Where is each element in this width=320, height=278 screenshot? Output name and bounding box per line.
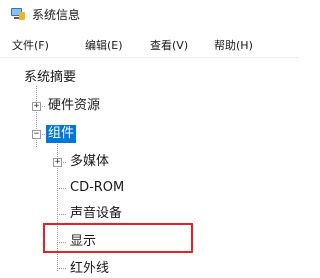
tree-item-cd-rom[interactable]: CD-ROM: [70, 179, 124, 197]
menu-edit[interactable]: 编辑(E): [85, 38, 123, 54]
expand-icon[interactable]: +: [32, 102, 41, 111]
tree-connector: [57, 268, 66, 269]
menu-help[interactable]: 帮助(H): [214, 38, 253, 54]
collapse-icon[interactable]: −: [32, 130, 41, 139]
tree-item-infrared[interactable]: 红外线: [70, 260, 109, 278]
system-info-icon: [11, 8, 25, 20]
tree-connector: [57, 188, 66, 189]
menu-view[interactable]: 查看(V): [150, 38, 188, 54]
tree-item-multimedia[interactable]: 多媒体: [70, 153, 109, 171]
expand-icon[interactable]: +: [53, 158, 62, 167]
title-bar: 系统信息: [0, 0, 299, 30]
tree-connector: [57, 214, 66, 215]
menu-file[interactable]: 文件(F): [12, 38, 49, 54]
tree-item-sound-device[interactable]: 声音设备: [70, 205, 122, 223]
menu-bar: 文件(F) 编辑(E) 查看(V) 帮助(H): [0, 36, 299, 56]
window-title: 系统信息: [32, 8, 81, 22]
tree-item-components[interactable]: 组件: [46, 125, 77, 143]
tree-item-hardware-resources[interactable]: 硬件资源: [48, 97, 100, 115]
tree-item-system-summary[interactable]: 系统摘要: [24, 69, 76, 87]
highlight-box: [43, 223, 193, 253]
